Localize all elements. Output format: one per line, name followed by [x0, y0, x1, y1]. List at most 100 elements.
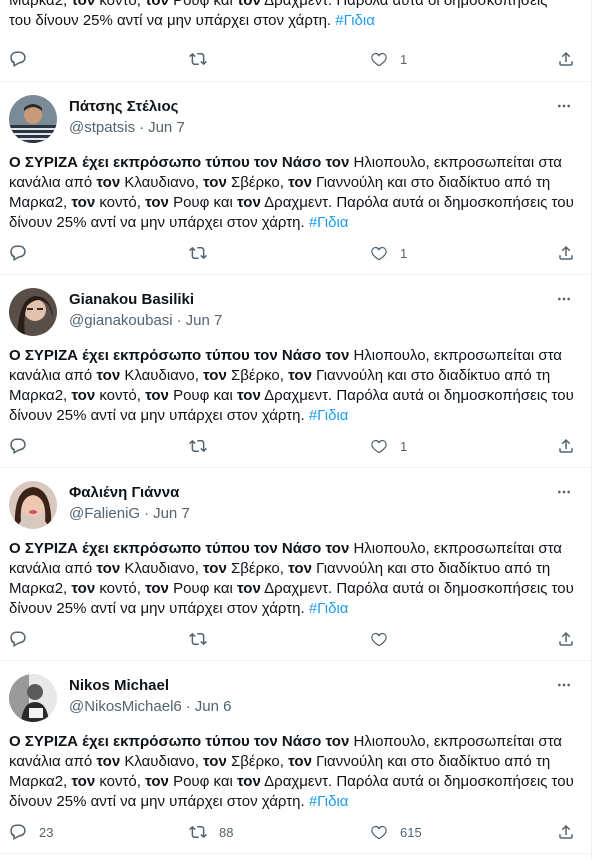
text-run: τον [96, 560, 121, 577]
tweet-text: Ο ΣΥΡΙΖΑ έχει εκπρόσωπο τύπου τον Νάσο τ… [9, 732, 581, 812]
tweet-meta: @stpatsis · Jun 7 [69, 119, 185, 136]
text-run: τον [203, 367, 227, 384]
tweet-text: Ο ΣΥΡΙΖΑ έχει εκπρόσωπο τύπου τον Νάσο τ… [9, 539, 581, 619]
more-options-button[interactable] [554, 291, 574, 307]
display-name[interactable]: Πάτσης Στέλιος [69, 98, 178, 115]
display-name[interactable]: Φαλιένη Γιάννα [69, 484, 179, 501]
text-run: τον [96, 367, 121, 384]
like-count: 1 [400, 245, 408, 261]
retweet-button[interactable] [189, 627, 219, 651]
retweet-icon [189, 50, 207, 68]
timestamp[interactable]: Jun 7 [186, 312, 223, 329]
text-run: τον [288, 560, 312, 577]
share-button[interactable] [557, 820, 575, 844]
like-icon [370, 437, 388, 455]
share-icon [557, 437, 575, 455]
text-run: κοντό, [95, 0, 146, 9]
tweet-text: Ο ΣΥΡΙΖΑ έχει εκπρόσωπο τύπου τον Νάσο τ… [9, 346, 581, 426]
tweet-actions: 23 88 615 [0, 820, 592, 844]
text-run: Κλαυδιανο, [120, 174, 204, 191]
tweet[interactable]: Gianakou Basiliki @gianakoubasi · Jun 7 Ο … [0, 275, 592, 468]
like-icon [370, 823, 388, 841]
display-name[interactable]: Nikos Michael [69, 677, 169, 694]
retweet-button[interactable] [189, 241, 219, 265]
tweet-actions [0, 627, 592, 651]
text-run: τον [203, 174, 227, 191]
hashtag-link[interactable]: #Γιδια [309, 407, 349, 424]
handle[interactable]: @NikosMichael6 [69, 698, 182, 715]
text-run: τον [288, 367, 312, 384]
text-run: Ρουφ και [168, 0, 238, 9]
retweet-icon [189, 823, 207, 841]
like-button[interactable] [370, 627, 400, 651]
text-run: τον [145, 0, 169, 9]
like-icon [370, 630, 388, 648]
retweet-button[interactable] [189, 434, 219, 458]
more-icon [554, 484, 574, 500]
retweet-button[interactable]: 88 [189, 820, 233, 844]
separator: · [139, 119, 145, 136]
tweet[interactable]: Φαλιένη Γιάννα @FalieniG · Jun 7 Ο ΣΥΡΙΖΑ … [0, 468, 592, 661]
text-run: τον [237, 580, 261, 597]
reply-button[interactable] [9, 47, 27, 71]
more-options-button[interactable] [554, 677, 574, 693]
text-run: Κλαυδιανο, [120, 560, 204, 577]
text-run: τον [71, 0, 96, 9]
text-run: του δίνουν 25% αντί να μην υπάρχει στον … [9, 12, 336, 29]
tweet-text: Ο ΣΥΡΙΖΑ έχει εκπρόσωπο τύπου τον Νάσο τ… [9, 153, 581, 233]
text-run: τον [237, 194, 261, 211]
like-button[interactable]: 1 [370, 241, 407, 265]
timestamp[interactable]: Jun 7 [148, 119, 185, 136]
tweet[interactable]: Πάτσης Στέλιος @stpatsis · Jun 7 Ο ΣΥΡΙΖΑ … [0, 82, 592, 275]
reply-icon [9, 244, 27, 262]
hashtag-link[interactable]: #Γιδια [309, 793, 349, 810]
timestamp[interactable]: Jun 7 [153, 505, 190, 522]
avatar[interactable] [9, 95, 57, 143]
timestamp[interactable]: Jun 6 [195, 698, 232, 715]
more-options-button[interactable] [554, 98, 574, 114]
like-button[interactable]: 615 [370, 820, 422, 844]
text-run: Ρουφ και [168, 773, 238, 790]
handle[interactable]: @FalieniG [69, 505, 140, 522]
text-run: Σβέρκο, [226, 560, 289, 577]
share-button[interactable] [557, 627, 575, 651]
avatar[interactable] [9, 481, 57, 529]
text-run: Μαρκα2, [9, 0, 72, 9]
handle[interactable]: @stpatsis [69, 119, 135, 136]
more-icon [554, 291, 574, 307]
avatar[interactable] [9, 288, 57, 336]
share-button[interactable] [557, 47, 575, 71]
text-run: Ρουφ και [168, 387, 238, 404]
text-run: τον [145, 387, 169, 404]
like-button[interactable]: 1 [370, 434, 407, 458]
hashtag-link[interactable]: #Γιδια [309, 214, 349, 231]
reply-count: 23 [39, 824, 54, 840]
display-name[interactable]: Gianakou Basiliki [69, 291, 194, 308]
text-run: τον [145, 773, 169, 790]
reply-button[interactable] [9, 434, 39, 458]
tweet[interactable]: Nikos Michael @NikosMichael6 · Jun 6 Ο ΣΥΡ… [0, 661, 592, 854]
reply-button[interactable]: 23 [9, 820, 53, 844]
text-run: τον [203, 753, 227, 770]
reply-button[interactable] [9, 627, 39, 651]
avatar[interactable] [9, 674, 57, 722]
share-icon [557, 50, 575, 68]
hashtag-link[interactable]: #Γιδια [309, 600, 349, 617]
handle[interactable]: @gianakoubasi [69, 312, 173, 329]
tweet-actions: 1 [0, 434, 592, 458]
more-options-button[interactable] [554, 484, 574, 500]
reply-button[interactable] [9, 241, 39, 265]
text-run: τον [71, 580, 96, 597]
partial-tweet[interactable]: Μαρκα2, τον κοντό, τον Ρουφ και τον Δραχ… [0, 0, 592, 82]
tweet-actions: 1 [0, 47, 592, 71]
share-button[interactable] [557, 241, 575, 265]
text-run: τον [203, 560, 227, 577]
text-run: Ο ΣΥΡΙΖΑ έχει εκπρόσωπο τύπου τον Νάσο τ… [9, 733, 350, 750]
like-count: 615 [400, 824, 422, 840]
text-run: Ρουφ και [168, 580, 238, 597]
share-button[interactable] [557, 434, 575, 458]
like-button[interactable]: 1 [370, 47, 407, 71]
retweet-button[interactable] [189, 47, 207, 71]
reply-icon [9, 630, 27, 648]
hashtag-link[interactable]: #Γιδια [335, 12, 375, 29]
